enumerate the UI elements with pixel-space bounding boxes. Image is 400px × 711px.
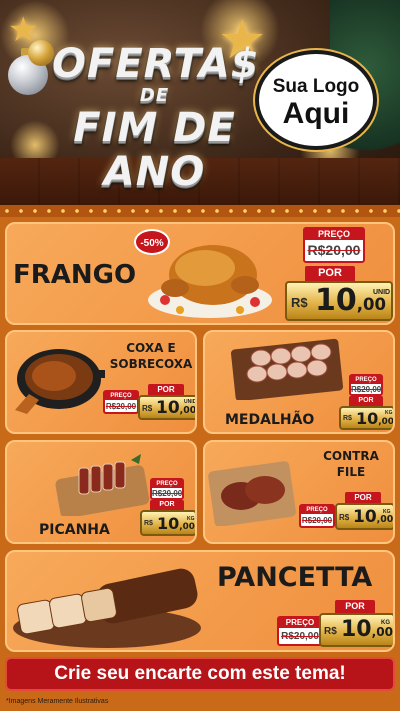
product-name: PICANHA [39,522,110,538]
new-price: POR R$ 10,00 UNID [285,266,393,322]
unit-label: UNID [184,399,197,405]
new-price-label: POR [349,396,383,406]
currency: R$ [343,415,352,422]
product-name: CONTRA FILE [323,449,379,479]
title-line1: OFERTA$ [52,41,260,87]
old-price-value: R$20,00 [152,489,183,498]
product-card-pancetta[interactable]: PANCETTA PREÇO R$20,00 POR R$ 10,00 KG [5,550,395,652]
cta-button[interactable]: Crie seu encarte com este tema! [5,657,395,691]
title-line3: FIM DE ANO [73,105,236,195]
new-price-box: R$ 10,00 KG [140,510,195,536]
old-price-label: PREÇO [301,506,333,514]
unit-label: KG [385,410,393,416]
page-title: OFERTA$ DE FIM DE ANO [52,41,260,195]
footnote: *Imagens Meramente Ilustrativas [6,698,109,705]
old-price-value: R$20,00 [351,385,382,394]
new-price-box: R$ 10,00 UNID [138,395,197,420]
old-price-box: PREÇO R$20,00 [103,390,139,414]
logo-line2: Aqui [282,97,350,130]
new-price: POR R$ 10,00 KG [140,500,195,540]
old-price-label: PREÇO [305,229,363,240]
old-price-box: PREÇO R$20,00 [303,227,365,263]
unit-label: KG [383,509,391,515]
medallion-skewers-image [230,338,344,400]
product-card-medalhao[interactable]: MEDALHÃO PREÇO R$20,00 POR R$ 10,00 KG [203,330,395,434]
currency: R$ [144,520,153,527]
currency: R$ [291,295,308,310]
old-price-label: PREÇO [279,618,321,628]
new-price-box: R$ 10,00 KG [339,406,393,430]
new-price: POR R$ 10,00 KG [335,492,393,532]
gold-ornament-icon [28,40,54,66]
unit-label: UNID [373,289,391,296]
discount-badge: -50% [134,229,170,255]
pancetta-roast-image [13,568,201,648]
old-price-box: PREÇO R$20,00 [277,616,323,646]
product-card-coxa[interactable]: COXA E SOBRECOXA PREÇO R$20,00 POR R$ 10… [5,330,197,434]
logo-placeholder[interactable]: Sua Logo Aqui [255,50,377,150]
product-name: FRANGO [13,260,137,290]
new-price: POR R$ 10,00 UNID [138,384,197,422]
new-price: POR R$ 10,00 KG [319,600,393,650]
product-name: MEDALHÃO [225,412,315,428]
unit-label: KG [381,620,390,626]
new-price-box: R$ 10,00 KG [335,503,393,530]
old-price-box: PREÇO R$20,00 [349,374,383,396]
new-price-label: POR [345,492,381,503]
new-price-label: POR [305,266,355,281]
dotted-divider [0,205,400,217]
new-price: POR R$ 10,00 KG [339,396,393,432]
title-line2: DE [139,85,170,106]
header-banner: ★ ★ OFERTA$ DE FIM DE ANO Sua Logo Aqui [0,0,400,205]
picanha-board-image [55,454,150,516]
old-price-label: PREÇO [152,480,182,488]
old-price-label: PREÇO [351,376,381,384]
product-card-frango[interactable]: FRANGO PREÇO R$20,00 POR R$ 10,00 UNID [5,222,395,325]
old-price-value: R$20,00 [281,631,319,642]
product-card-contra-file[interactable]: CONTRA FILE PREÇO R$20,00 POR R$ 10,00 K… [203,440,395,544]
old-price-label: PREÇO [105,392,137,400]
product-card-picanha[interactable]: PICANHA PREÇO R$20,00 POR R$ 10,00 KG [5,440,197,544]
old-price-box: PREÇO R$20,00 [150,478,184,500]
new-price-label: POR [335,600,375,613]
contra-file-board-image [208,461,296,526]
currency: R$ [324,626,337,637]
new-price-box: R$ 10,00 KG [319,613,393,647]
product-name: COXA E SOBRECOXA [109,341,193,371]
old-price-value: R$20,00 [307,242,361,258]
unit-label: KG [187,516,195,522]
old-price-value: R$20,00 [301,516,333,525]
product-name: PANCETTA [217,562,373,593]
chicken-leg-pan-image [15,349,105,414]
new-price-label: POR [150,500,184,510]
new-price-box: R$ 10,00 UNID [285,281,393,321]
currency: R$ [339,513,350,522]
old-price-box: PREÇO R$20,00 [299,504,335,528]
currency: R$ [142,404,153,413]
logo-line1: Sua Logo [272,76,360,97]
new-price-label: POR [148,384,184,395]
old-price-value: R$20,00 [105,402,137,411]
